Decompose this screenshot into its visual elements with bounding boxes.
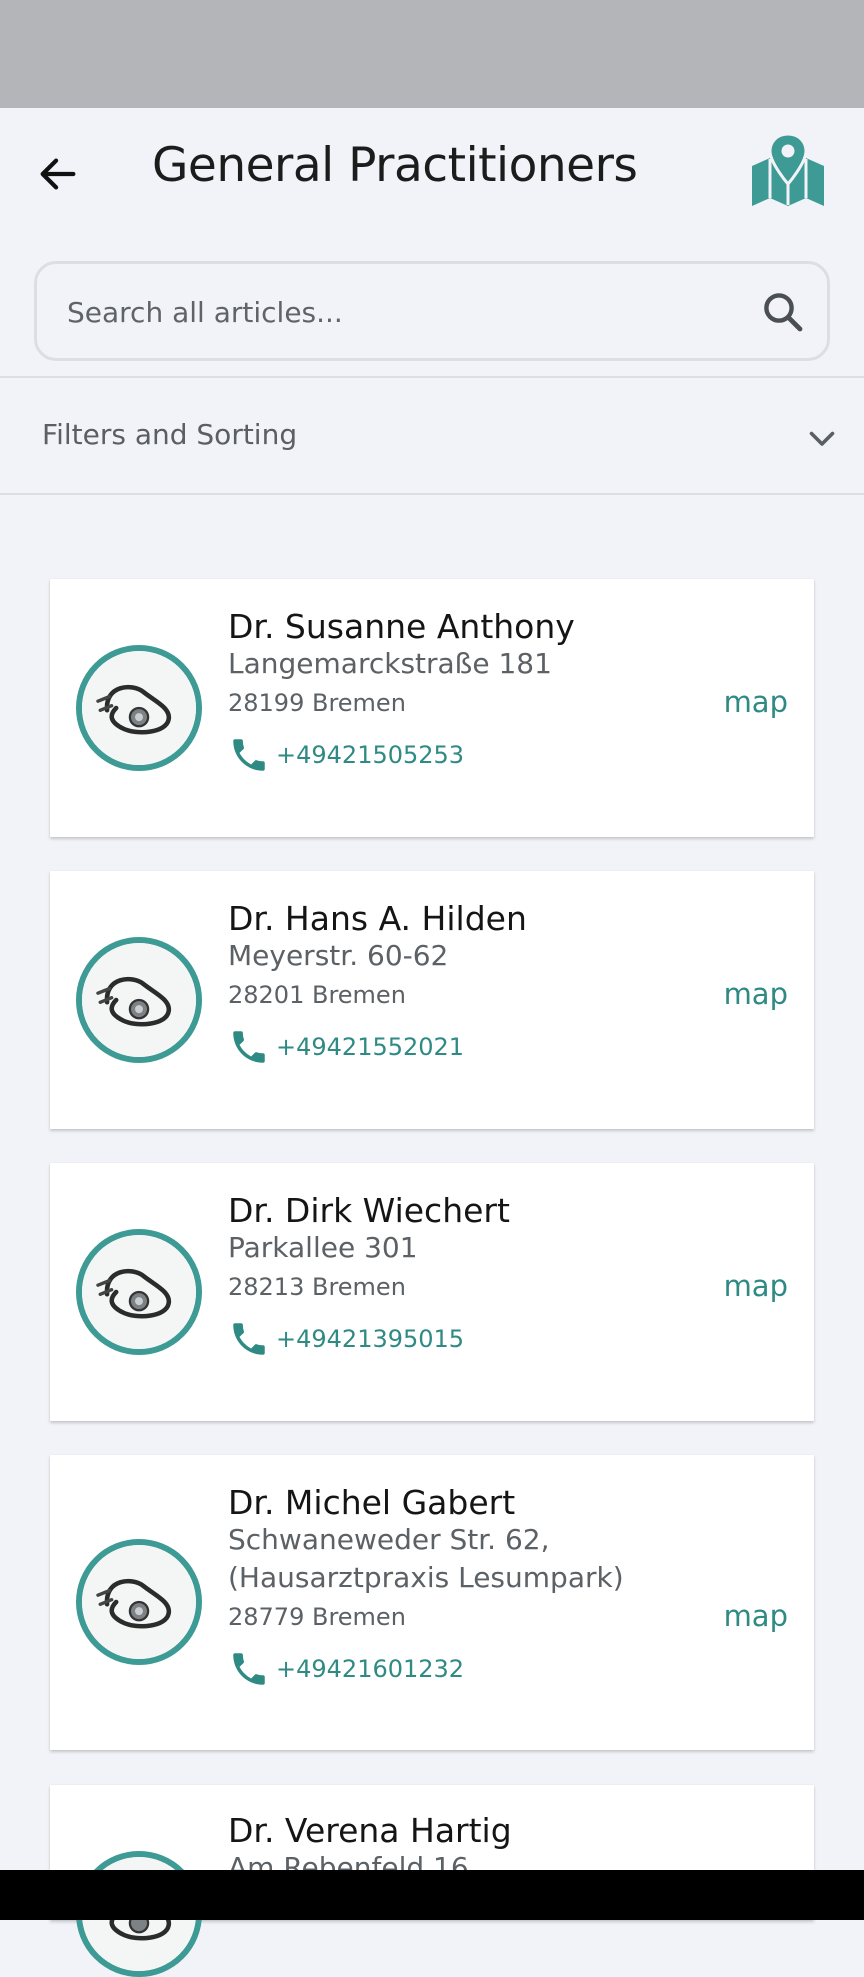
doctor-card[interactable]: Dr. Michel Gabert Schwaneweder Str. 62, … — [50, 1455, 814, 1750]
phone-link[interactable]: +49421505253 — [228, 733, 464, 777]
phone-link[interactable]: +49421552021 — [228, 1025, 464, 1069]
phone-number: +49421505253 — [276, 741, 465, 769]
divider — [0, 376, 864, 378]
doctor-name: Dr. Dirk Wiechert — [228, 1191, 510, 1230]
doctor-city: 28213 Bremen — [228, 1273, 406, 1301]
doctor-address: Parkallee 301 — [228, 1231, 418, 1264]
stethoscope-avatar — [76, 1539, 202, 1665]
doctor-city: 28779 Bremen — [228, 1603, 406, 1631]
map-link[interactable]: map — [724, 1269, 788, 1303]
phone-link[interactable]: +49421601232 — [228, 1647, 464, 1691]
search-icon[interactable] — [759, 288, 807, 336]
doctor-card[interactable]: Dr. Hans A. Hilden Meyerstr. 60-62 28201… — [50, 871, 814, 1129]
filters-label: Filters and Sorting — [42, 418, 298, 451]
phone-number: +49421395015 — [276, 1325, 465, 1353]
doctor-name: Dr. Hans A. Hilden — [228, 899, 527, 938]
map-link[interactable]: map — [724, 685, 788, 719]
doctor-city: 28201 Bremen — [228, 981, 406, 1009]
stethoscope-icon — [82, 943, 196, 1057]
phone-icon — [233, 1653, 265, 1685]
phone-link[interactable]: +49421395015 — [228, 1317, 464, 1361]
stethoscope-icon — [82, 1235, 196, 1349]
map-link[interactable]: map — [724, 977, 788, 1011]
search-bar — [34, 261, 830, 361]
back-button[interactable] — [28, 144, 88, 204]
system-navigation-bar — [0, 1870, 864, 1920]
doctor-address-line-2: (Hausarztpraxis Lesumpark) — [228, 1561, 624, 1594]
phone-number: +49421552021 — [276, 1033, 465, 1061]
divider — [0, 493, 864, 495]
map-link[interactable]: map — [724, 1599, 788, 1633]
stethoscope-avatar — [76, 645, 202, 771]
filters-and-sorting-toggle[interactable]: Filters and Sorting — [0, 380, 864, 494]
arrow-left-icon — [40, 158, 76, 190]
chevron-down-icon — [809, 431, 835, 446]
doctor-city: 28199 Bremen — [228, 689, 406, 717]
phone-icon — [233, 1323, 265, 1355]
stethoscope-avatar — [76, 1229, 202, 1355]
search-input[interactable] — [67, 288, 747, 336]
phone-number: +49421601232 — [276, 1655, 465, 1683]
stethoscope-avatar — [76, 937, 202, 1063]
doctor-address: Meyerstr. 60-62 — [228, 939, 449, 972]
stethoscope-icon — [82, 651, 196, 765]
doctor-card[interactable]: Dr. Dirk Wiechert Parkallee 301 28213 Br… — [50, 1163, 814, 1421]
doctor-name: Dr. Verena Hartig — [228, 1811, 512, 1850]
doctor-address: Langemarckstraße 181 — [228, 647, 552, 680]
stethoscope-icon — [82, 1545, 196, 1659]
app-header: General Practitioners — [0, 108, 864, 230]
map-view-button[interactable] — [748, 132, 828, 212]
status-bar — [0, 0, 864, 108]
doctor-name: Dr. Susanne Anthony — [228, 607, 575, 646]
doctor-card[interactable]: Dr. Susanne Anthony Langemarckstraße 181… — [50, 579, 814, 837]
phone-icon — [233, 1031, 265, 1063]
phone-icon — [233, 739, 265, 771]
doctor-address: Schwaneweder Str. 62, — [228, 1523, 550, 1556]
map-pin-icon — [752, 132, 824, 206]
page-title: General Practitioners — [152, 138, 638, 193]
doctor-name: Dr. Michel Gabert — [228, 1483, 516, 1522]
